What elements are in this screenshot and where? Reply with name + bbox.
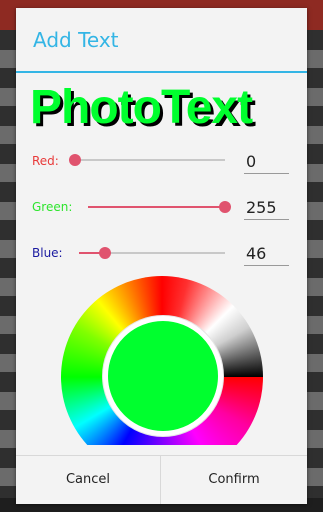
selected-color-swatch[interactable] <box>103 316 223 436</box>
confirm-button[interactable]: Confirm <box>161 456 307 504</box>
red-value-field[interactable]: 0 <box>244 152 289 174</box>
blue-label: Blue: <box>32 246 63 260</box>
green-label: Green: <box>32 200 73 214</box>
red-slider-thumb[interactable] <box>69 154 81 166</box>
dialog-title: Add Text <box>33 28 119 52</box>
red-label: Red: <box>32 154 59 168</box>
blue-value-field[interactable]: 46 <box>244 244 289 266</box>
blue-slider[interactable] <box>79 247 225 259</box>
green-slider-fill <box>88 206 225 208</box>
red-slider[interactable] <box>69 154 225 166</box>
green-slider-thumb[interactable] <box>219 201 231 213</box>
green-slider[interactable] <box>88 201 231 213</box>
add-text-dialog: Add Text PhotoText Red: 0 Green: 255 Blu… <box>16 8 307 504</box>
blue-slider-thumb[interactable] <box>99 247 111 259</box>
text-preview: PhotoText <box>30 81 253 134</box>
green-value-field[interactable]: 255 <box>244 198 289 220</box>
cancel-button[interactable]: Cancel <box>16 456 160 504</box>
title-divider <box>16 71 307 73</box>
